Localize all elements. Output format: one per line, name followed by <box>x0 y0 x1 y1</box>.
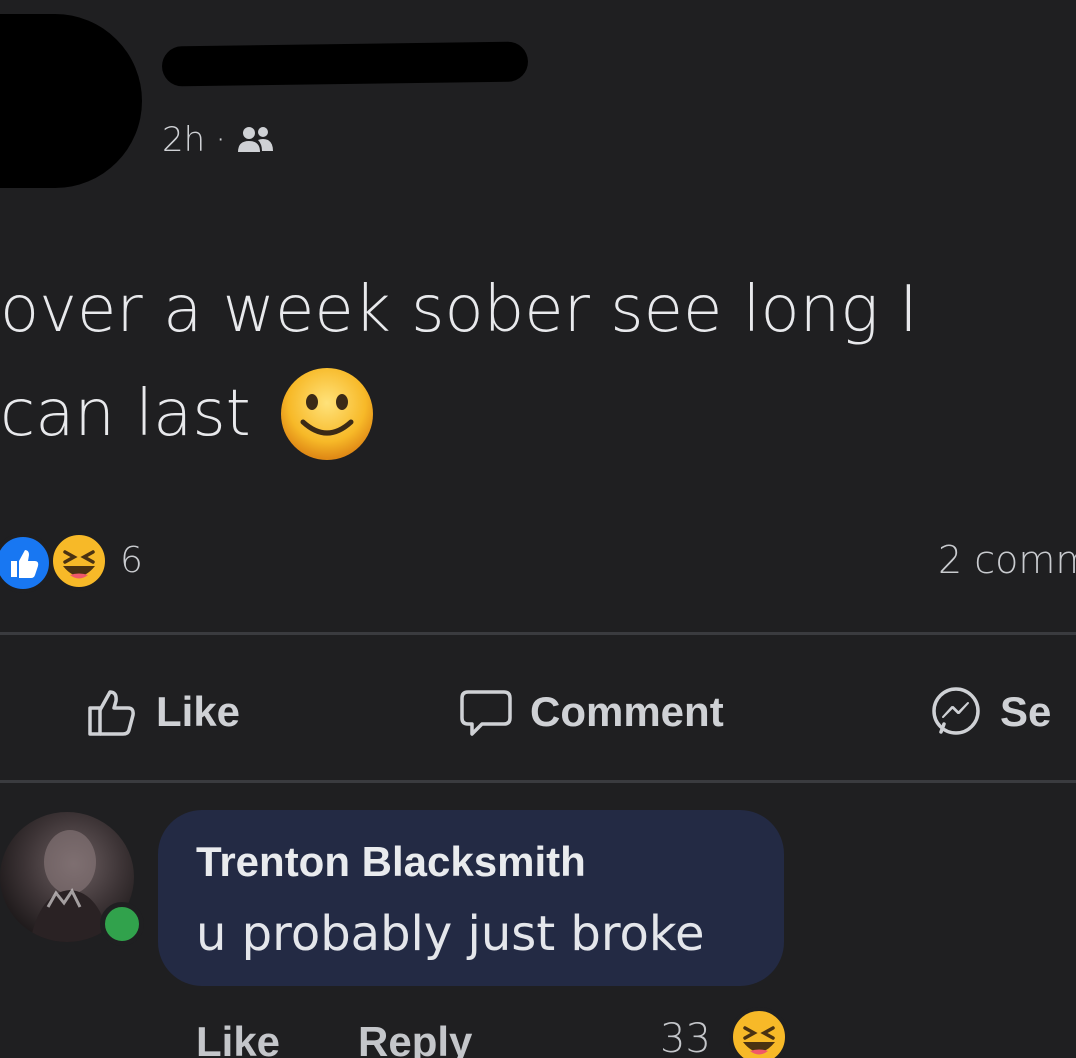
comments-count-link[interactable]: 2 comm <box>938 538 1076 582</box>
comment-text: u probably just broke <box>196 906 705 962</box>
haha-reaction-icon[interactable] <box>728 1006 790 1058</box>
comment-reaction-count[interactable]: 33 <box>660 1016 711 1058</box>
post-text-line-2-row: can last <box>0 362 1076 466</box>
like-reaction-icon[interactable] <box>0 532 54 594</box>
post-text-line-1: over a week sober see long I <box>0 273 918 347</box>
comment-button[interactable]: Comment <box>458 670 724 754</box>
thumbs-up-icon <box>88 690 135 736</box>
haha-reaction-icon[interactable] <box>48 530 110 592</box>
poster-avatar-redacted[interactable] <box>0 14 142 188</box>
divider-bottom <box>0 780 1076 783</box>
messenger-icon <box>932 687 980 735</box>
post-text-line-2: can last <box>0 377 251 451</box>
post-body: over a week sober see long I can last <box>0 258 1076 466</box>
send-button-label: Se <box>1000 688 1052 735</box>
send-button[interactable]: Se <box>928 670 1051 754</box>
divider-top <box>0 632 1076 635</box>
like-button-label: Like <box>156 688 241 735</box>
online-status-dot <box>100 902 144 946</box>
slightly-smiling-face-icon <box>280 368 373 460</box>
poster-name-redacted[interactable] <box>161 41 529 87</box>
reaction-count[interactable]: 6 <box>120 540 143 581</box>
friends-icon[interactable] <box>236 124 274 156</box>
post-timestamp[interactable]: 2h <box>162 120 205 160</box>
like-button[interactable]: Like <box>84 670 240 754</box>
comment-reply-button[interactable]: Reply <box>358 1018 472 1058</box>
comment-author[interactable]: Trenton Blacksmith <box>196 838 586 886</box>
comment-bubble-icon <box>460 690 512 736</box>
comment-button-label: Comment <box>530 688 724 735</box>
comment-like-button[interactable]: Like <box>196 1018 280 1058</box>
meta-separator: · <box>215 120 226 160</box>
post-meta: 2h · <box>162 120 274 160</box>
